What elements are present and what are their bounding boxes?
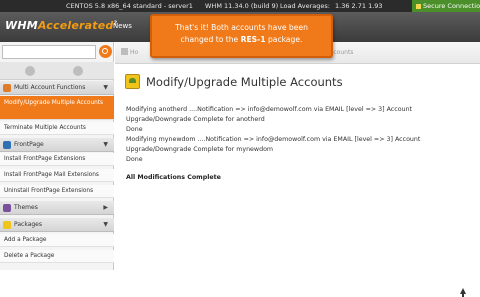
log-line: Done — [126, 156, 143, 163]
multi-account-icon — [3, 84, 11, 92]
collapse-all-icon[interactable] — [25, 66, 35, 76]
whm-logo[interactable]: WHMAccelerated2 — [5, 19, 117, 32]
whm-version: WHM 11.34.0 (build 9) — [205, 2, 279, 10]
sidebar-item-uninstall-frontpage[interactable]: Uninstall FrontPage Extensions — [0, 185, 114, 198]
sidebar-search-input[interactable] — [2, 45, 96, 59]
sidebar-item-install-frontpage-mail[interactable]: Install FrontPage Mail Extensions — [0, 169, 114, 182]
sidebar-item-terminate-multiple[interactable]: Terminate Multiple Accounts — [0, 122, 114, 135]
modification-log: Modifying anotherd ....Notification => i… — [126, 105, 466, 165]
lock-icon — [416, 4, 421, 9]
package-upgrade-icon — [125, 74, 140, 89]
sidebar-controls — [0, 62, 114, 80]
callout-line-2: changed to the RES-1 package. — [162, 34, 321, 46]
sidebar-search — [2, 44, 112, 62]
section-label: Packages — [14, 221, 42, 228]
callout-text-post: package. — [265, 35, 303, 44]
log-line: Done — [126, 126, 143, 133]
logo-main-text: WHM — [5, 19, 38, 32]
chevron-down-icon: ▼ — [103, 141, 108, 148]
secure-connection-label: Secure Connection — [423, 2, 480, 10]
sidebar-section-packages[interactable]: Packages ▼ — [0, 218, 114, 232]
chevron-down-icon: ▼ — [103, 84, 108, 91]
mouse-cursor-stem — [462, 293, 464, 297]
sidebar-item-add-package[interactable]: Add a Package — [0, 234, 114, 247]
sidebar-section-themes[interactable]: Themes ▶ — [0, 201, 114, 215]
completion-summary: All Modifications Complete — [126, 174, 221, 181]
log-line: Modifying mynewdom ....Notification => i… — [126, 136, 421, 143]
frontpage-icon — [3, 141, 11, 149]
sidebar-item-modify-upgrade-multiple[interactable]: Modify/Upgrade Multiple Accounts — [0, 96, 114, 120]
main-content: Ho ple Accounts Modify/Upgrade Multiple … — [115, 42, 480, 297]
section-label: Multi Account Functions — [14, 84, 86, 91]
callout-package-name: RES-1 — [240, 35, 266, 44]
page-title: Modify/Upgrade Multiple Accounts — [146, 75, 343, 89]
log-line: Modifying anotherd ....Notification => i… — [126, 106, 413, 113]
nav-news-link[interactable]: News — [113, 22, 132, 30]
load-averages-label: Load Averages: — [280, 2, 330, 10]
packages-icon — [3, 221, 11, 229]
sidebar-item-delete-package[interactable]: Delete a Package — [0, 250, 114, 263]
chevron-down-icon: ▼ — [103, 221, 108, 228]
server-info: CENTOS 5.8 x86_64 standard - server1 — [66, 2, 193, 10]
log-line: Upgrade/Downgrade Complete for anotherd — [126, 116, 265, 123]
sidebar-item-install-frontpage[interactable]: Install FrontPage Extensions — [0, 153, 114, 166]
expand-all-icon[interactable] — [73, 66, 83, 76]
home-icon[interactable] — [121, 48, 128, 55]
chevron-right-icon: ▶ — [103, 204, 108, 211]
search-icon[interactable] — [99, 45, 112, 58]
log-line: Upgrade/Downgrade Complete for mynewdom — [126, 146, 274, 153]
themes-icon — [3, 204, 11, 212]
secure-connection-badge: Secure Connection — [412, 0, 480, 12]
sidebar-section-multi-account[interactable]: Multi Account Functions ▼ — [0, 81, 114, 95]
callout-text-pre: changed to the — [180, 35, 241, 44]
section-label: Themes — [14, 204, 38, 211]
sidebar-section-frontpage[interactable]: FrontPage ▼ — [0, 138, 114, 152]
top-status-bar: CENTOS 5.8 x86_64 standard - server1 WHM… — [0, 0, 480, 12]
breadcrumb-home[interactable]: Ho — [130, 49, 138, 56]
sidebar: Multi Account Functions ▼ Modify/Upgrade… — [0, 42, 114, 270]
logo-accent-text: Accelerated — [37, 19, 114, 32]
load-averages-values: 1.36 2.71 1.93 — [335, 2, 383, 10]
section-label: FrontPage — [14, 141, 44, 148]
tutorial-callout: That's it! Both accounts have been chang… — [150, 14, 333, 58]
callout-line-1: That's it! Both accounts have been — [175, 23, 308, 32]
